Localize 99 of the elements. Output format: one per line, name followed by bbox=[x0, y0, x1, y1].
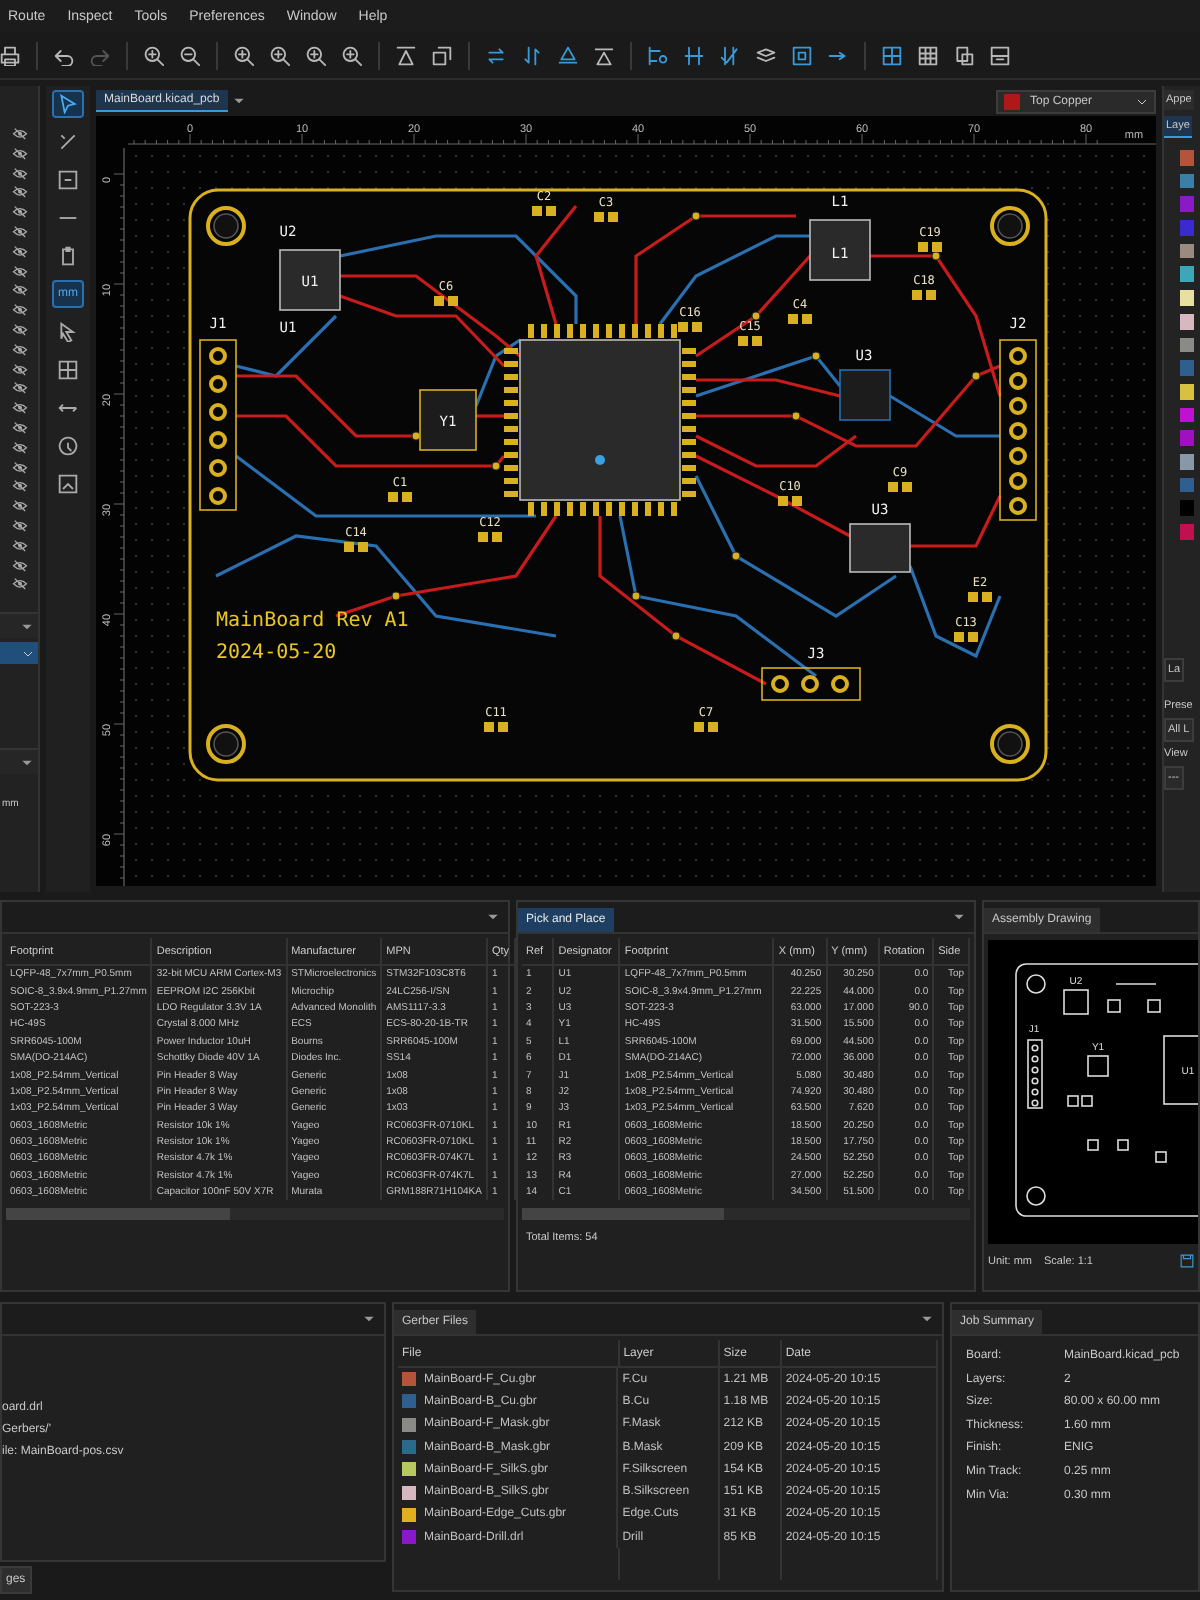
eye-off-icon[interactable] bbox=[11, 302, 27, 318]
clipboard-icon bbox=[58, 246, 78, 266]
layer-color-swatch[interactable] bbox=[1180, 477, 1194, 493]
eye-off-icon[interactable] bbox=[11, 459, 27, 475]
silkscreen-text: 2024-05-20 bbox=[216, 642, 337, 664]
eye-off-icon[interactable] bbox=[11, 184, 27, 201]
eye-off-icon[interactable] bbox=[11, 165, 27, 181]
eye-off-icon[interactable] bbox=[11, 282, 27, 299]
layer-color-swatch[interactable] bbox=[1180, 220, 1194, 236]
box-icon bbox=[58, 170, 78, 190]
grid-icon[interactable] bbox=[882, 45, 902, 65]
layer-color-swatch[interactable] bbox=[1180, 196, 1194, 213]
layer-color-swatch[interactable] bbox=[1180, 500, 1194, 516]
eye-off-icon[interactable] bbox=[11, 419, 27, 436]
clock-icon bbox=[58, 436, 78, 456]
layer-color-swatch[interactable] bbox=[1180, 430, 1194, 446]
eye-off-icon[interactable] bbox=[11, 145, 27, 162]
copy-icon[interactable] bbox=[432, 45, 452, 65]
tuning-icon[interactable] bbox=[648, 45, 668, 65]
eye-off-icon[interactable] bbox=[11, 341, 27, 358]
eye-off-icon[interactable] bbox=[11, 380, 27, 397]
crystal-body bbox=[419, 389, 477, 451]
eye-off-icon[interactable] bbox=[11, 400, 27, 416]
inductor-body bbox=[809, 219, 871, 281]
image-icon bbox=[58, 474, 78, 494]
layer-color-swatch[interactable] bbox=[1180, 243, 1194, 259]
mounting-hole bbox=[990, 724, 1030, 764]
eye-off-icon[interactable] bbox=[11, 263, 27, 279]
chip-body bbox=[849, 523, 911, 573]
caret-icon[interactable] bbox=[20, 755, 34, 770]
chip-body bbox=[279, 249, 341, 311]
layers-icon[interactable] bbox=[756, 45, 776, 65]
layer-color-swatch[interactable] bbox=[1180, 173, 1194, 189]
caret-icon[interactable] bbox=[362, 1312, 376, 1326]
layer-color-swatch[interactable] bbox=[1180, 313, 1194, 329]
caret-icon[interactable] bbox=[20, 619, 34, 634]
triangle-flip-icon[interactable] bbox=[594, 45, 614, 65]
layer-color-swatch[interactable] bbox=[1180, 383, 1194, 400]
eye-off-icon[interactable] bbox=[11, 517, 27, 534]
chevron-icon bbox=[22, 647, 34, 660]
pin-marker bbox=[595, 455, 605, 465]
eye-off-icon[interactable] bbox=[11, 478, 27, 495]
caret-icon[interactable] bbox=[920, 1312, 934, 1326]
cursor-icon bbox=[58, 322, 78, 342]
layer-color-swatch[interactable] bbox=[1180, 150, 1194, 166]
swap-vertical-icon[interactable] bbox=[522, 45, 542, 65]
layer-color-swatch[interactable] bbox=[1180, 266, 1194, 283]
zoom-in-icon[interactable] bbox=[306, 45, 326, 65]
layer-color-swatch[interactable] bbox=[1180, 453, 1194, 470]
arrows-icon bbox=[58, 398, 78, 418]
undo-icon[interactable] bbox=[54, 45, 74, 65]
chip-body bbox=[839, 369, 891, 421]
eye-off-icon[interactable] bbox=[11, 439, 27, 456]
layer-color-swatch[interactable] bbox=[1180, 407, 1194, 423]
diagonal-line-icon bbox=[58, 132, 78, 152]
scrollbar[interactable] bbox=[522, 1208, 970, 1221]
save-icon[interactable] bbox=[1180, 1254, 1194, 1268]
triangle-flip-icon[interactable] bbox=[558, 45, 578, 65]
eye-off-icon[interactable] bbox=[11, 243, 27, 260]
grid-icon[interactable] bbox=[918, 45, 938, 65]
caret-icon[interactable] bbox=[952, 910, 966, 924]
pads-icon[interactable] bbox=[684, 45, 704, 65]
silkscreen-text: MainBoard Rev A1 bbox=[216, 610, 409, 632]
select-box-icon[interactable] bbox=[792, 45, 812, 65]
mounting-hole bbox=[990, 206, 1030, 246]
scrollbar[interactable] bbox=[6, 1208, 504, 1221]
printer-icon[interactable] bbox=[0, 45, 20, 65]
zoom-in-icon[interactable] bbox=[144, 45, 164, 65]
zoom-in-icon[interactable] bbox=[270, 45, 290, 65]
layer-color-swatch[interactable] bbox=[1180, 524, 1194, 540]
panel-icon[interactable] bbox=[990, 45, 1010, 65]
tool-button[interactable] bbox=[52, 90, 84, 118]
chevron-icon bbox=[1136, 95, 1148, 107]
layer-color-swatch[interactable] bbox=[1180, 337, 1194, 353]
triangle-bar-icon[interactable] bbox=[396, 45, 416, 65]
caret-icon[interactable] bbox=[486, 910, 500, 924]
pointer-icon bbox=[58, 94, 78, 114]
zoom-out-icon[interactable] bbox=[180, 45, 200, 65]
eye-off-icon[interactable] bbox=[11, 361, 27, 377]
layer-color-swatch[interactable] bbox=[1180, 360, 1194, 376]
mounting-hole bbox=[206, 724, 246, 764]
mounting-hole bbox=[206, 206, 246, 246]
eye-off-icon[interactable] bbox=[11, 126, 27, 142]
zoom-in-icon[interactable] bbox=[234, 45, 254, 65]
swap-horizontal-icon[interactable] bbox=[486, 45, 506, 65]
copy-icon[interactable] bbox=[954, 45, 974, 65]
eye-off-icon[interactable] bbox=[11, 576, 27, 593]
layer-color-swatch[interactable] bbox=[1180, 290, 1194, 306]
eye-off-icon[interactable] bbox=[11, 557, 27, 573]
check-icon[interactable] bbox=[720, 45, 740, 65]
zoom-in-icon[interactable] bbox=[342, 45, 362, 65]
eye-off-icon[interactable] bbox=[11, 537, 27, 554]
grid-icon bbox=[58, 360, 78, 380]
pin-header bbox=[761, 667, 861, 701]
caret-icon[interactable] bbox=[231, 94, 246, 108]
eye-off-icon[interactable] bbox=[11, 321, 27, 338]
eye-off-icon[interactable] bbox=[11, 498, 27, 514]
eye-off-icon[interactable] bbox=[11, 204, 27, 220]
eye-off-icon[interactable] bbox=[11, 223, 27, 240]
